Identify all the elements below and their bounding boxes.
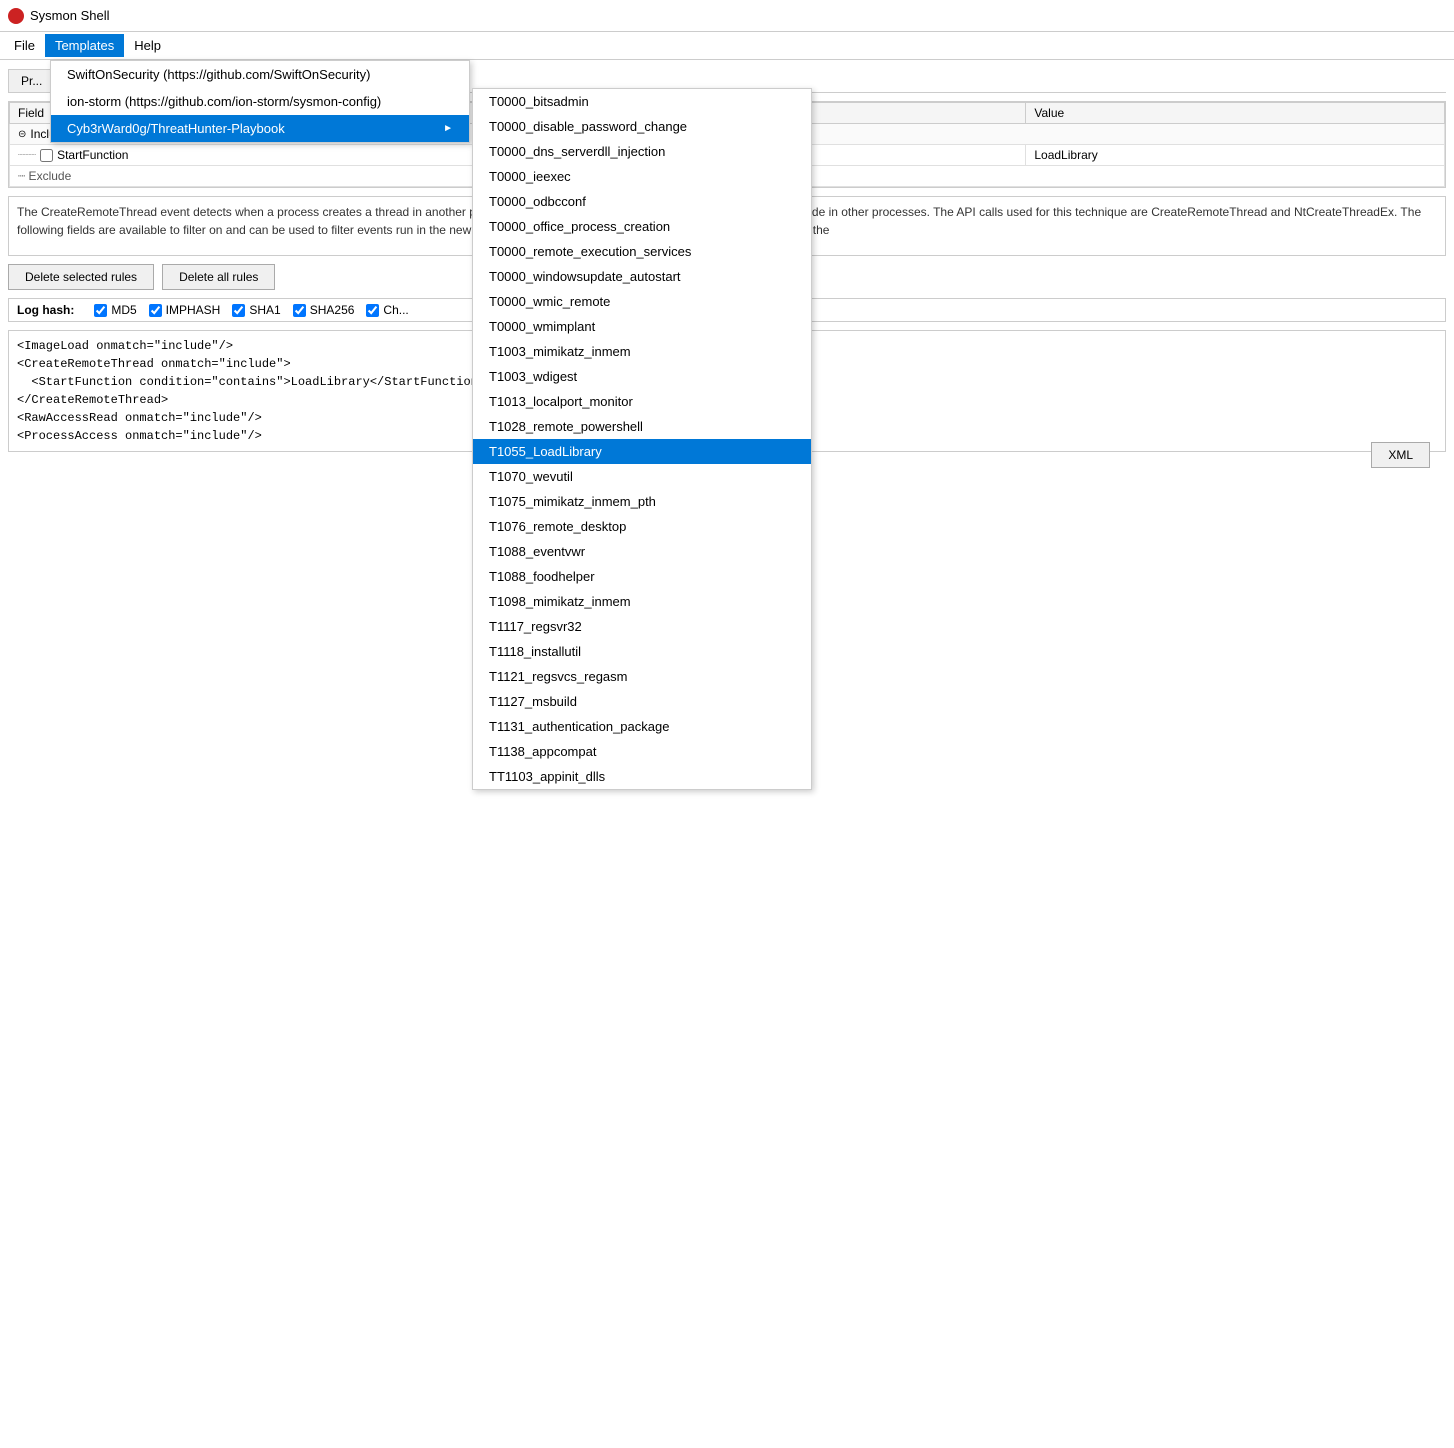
hash-imphash-checkbox[interactable] (149, 304, 162, 317)
dropdown-item-cyb3rward0g-label: Cyb3rWard0g/ThreatHunter-Playbook (67, 121, 285, 136)
xml-button[interactable]: XML (1371, 442, 1430, 468)
submenu-item-18[interactable]: T1088_eventvwr (473, 539, 811, 564)
dropdown-item-swiftonsecurity[interactable]: SwiftOnSecurity (https://github.com/Swif… (51, 61, 469, 88)
submenu-item-17[interactable]: T1076_remote_desktop (473, 514, 811, 539)
delete-all-button[interactable]: Delete all rules (162, 264, 275, 290)
submenu-item-21[interactable]: T1117_regsvr32 (473, 614, 811, 639)
submenu-item-10[interactable]: T1003_mimikatz_inmem (473, 339, 811, 364)
submenu-arrow-icon: ► (443, 123, 453, 134)
submenu-item-16[interactable]: T1075_mimikatz_inmem_pth (473, 489, 811, 514)
hash-md5[interactable]: MD5 (94, 303, 136, 317)
submenu-item-4[interactable]: T0000_odbcconf (473, 189, 811, 214)
menu-file[interactable]: File (4, 34, 45, 57)
cyb3rward0g-submenu: T0000_bitsadmin T0000_disable_password_c… (472, 88, 812, 790)
submenu-item-7[interactable]: T0000_windowsupdate_autostart (473, 264, 811, 289)
submenu-item-25[interactable]: T1131_authentication_package (473, 714, 811, 739)
submenu-scroll[interactable]: T0000_bitsadmin T0000_disable_password_c… (473, 89, 811, 789)
submenu-item-12[interactable]: T1013_localport_monitor (473, 389, 811, 414)
submenu-item-15[interactable]: T1070_wevutil (473, 464, 811, 489)
submenu-item-23[interactable]: T1121_regsvcs_regasm (473, 664, 811, 689)
hash-md5-checkbox[interactable] (94, 304, 107, 317)
dropdown-item-cyb3rward0g[interactable]: Cyb3rWard0g/ThreatHunter-Playbook ► (51, 115, 469, 142)
submenu-item-22[interactable]: T1118_installutil (473, 639, 811, 664)
hash-sha1[interactable]: SHA1 (232, 303, 280, 317)
dropdown-item-ion-storm[interactable]: ion-storm (https://github.com/ion-storm/… (51, 88, 469, 115)
submenu-item-8[interactable]: T0000_wmic_remote (473, 289, 811, 314)
submenu-item-26[interactable]: T1138_appcompat (473, 739, 811, 764)
title-bar: Sysmon Shell (0, 0, 1454, 32)
submenu-item-3[interactable]: T0000_ieexec (473, 164, 811, 189)
submenu-item-0[interactable]: T0000_bitsadmin (473, 89, 811, 114)
hash-sha256-label: SHA256 (310, 303, 355, 317)
title-bar-text: Sysmon Shell (30, 8, 109, 23)
submenu-item-20[interactable]: T1098_mimikatz_inmem (473, 589, 811, 614)
log-hash-label: Log hash: (17, 303, 74, 317)
menu-bar: File Templates Help SwiftOnSecurity (htt… (0, 32, 1454, 60)
templates-dropdown: SwiftOnSecurity (https://github.com/Swif… (50, 60, 470, 143)
submenu-item-6[interactable]: T0000_remote_execution_services (473, 239, 811, 264)
hash-sha1-label: SHA1 (249, 303, 280, 317)
submenu-item-19[interactable]: T1088_foodhelper (473, 564, 811, 589)
collapse-include-icon[interactable]: ⊝ (18, 129, 26, 140)
menu-templates[interactable]: Templates (45, 34, 124, 57)
tree-connector: ┈┈┈ (18, 150, 36, 161)
submenu-item-11[interactable]: T1003_wdigest (473, 364, 811, 389)
hash-ch-label: Ch... (383, 303, 408, 317)
submenu-item-14[interactable]: T1055_LoadLibrary (473, 439, 811, 464)
submenu-item-5[interactable]: T0000_office_process_creation (473, 214, 811, 239)
hash-imphash[interactable]: IMPHASH (149, 303, 221, 317)
row-checkbox[interactable] (40, 149, 53, 162)
submenu-item-1[interactable]: T0000_disable_password_change (473, 114, 811, 139)
hash-imphash-label: IMPHASH (166, 303, 221, 317)
hash-ch[interactable]: Ch... (366, 303, 408, 317)
submenu-item-2[interactable]: T0000_dns_serverdll_injection (473, 139, 811, 164)
delete-selected-button[interactable]: Delete selected rules (8, 264, 154, 290)
hash-sha256-checkbox[interactable] (293, 304, 306, 317)
sysmon-icon (8, 8, 24, 24)
tab-pr[interactable]: Pr... (8, 69, 55, 92)
col-value: Value (1026, 103, 1445, 124)
submenu-item-13[interactable]: T1028_remote_powershell (473, 414, 811, 439)
row-field-label: StartFunction (57, 148, 128, 162)
hash-md5-label: MD5 (111, 303, 136, 317)
row-value-cell: LoadLibrary (1026, 145, 1445, 166)
submenu-item-9[interactable]: T0000_wmimplant (473, 314, 811, 339)
hash-ch-checkbox[interactable] (366, 304, 379, 317)
exclude-group-label: ┈ Exclude (18, 169, 71, 183)
submenu-item-27[interactable]: TT1103_appinit_dlls (473, 764, 811, 789)
submenu-item-24[interactable]: T1127_msbuild (473, 689, 811, 714)
hash-sha256[interactable]: SHA256 (293, 303, 355, 317)
menu-help[interactable]: Help (124, 34, 171, 57)
hash-sha1-checkbox[interactable] (232, 304, 245, 317)
